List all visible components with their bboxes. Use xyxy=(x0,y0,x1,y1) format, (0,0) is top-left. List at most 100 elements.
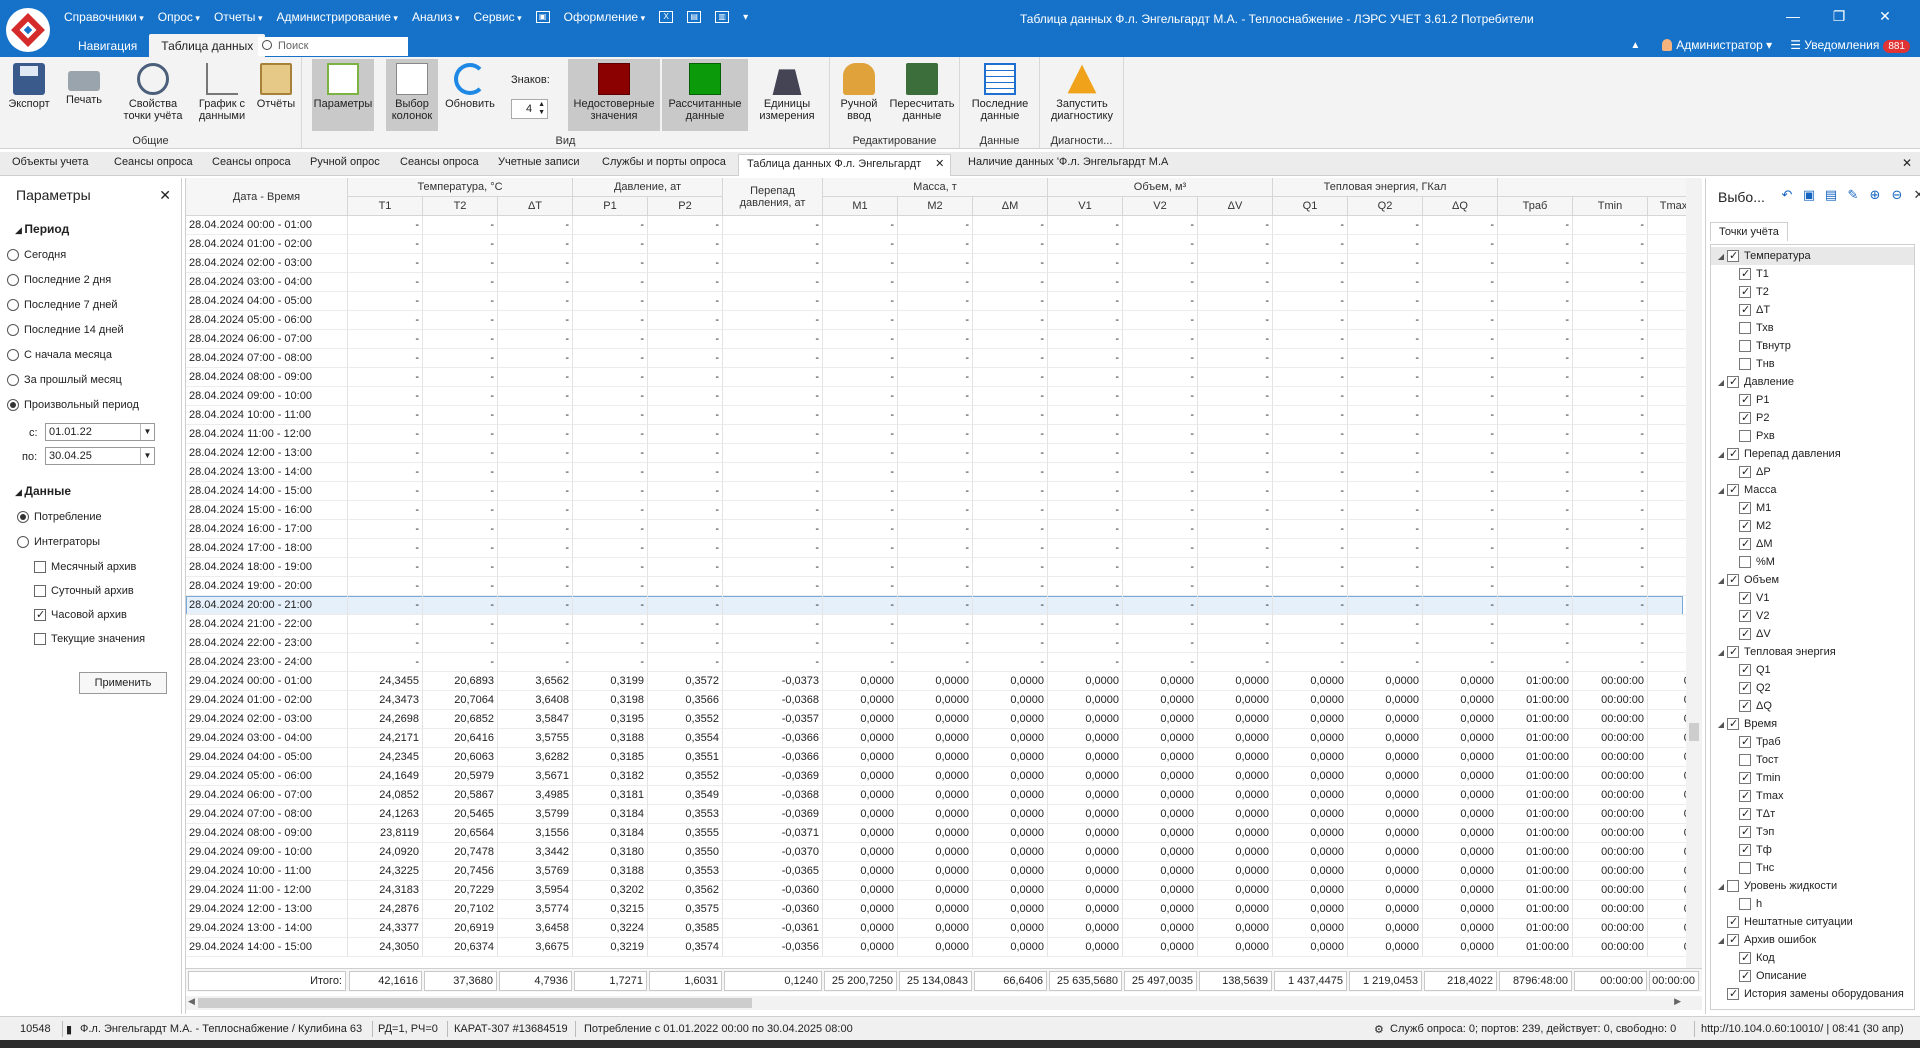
doc-tab-accounting-objects[interactable]: Объекты учета xyxy=(12,156,88,176)
quick-access-dropdown-icon[interactable]: ▾ xyxy=(743,12,748,23)
column-chooser-item[interactable]: ◢ Давление xyxy=(1711,373,1914,391)
column-header[interactable]: ΔM xyxy=(973,197,1048,216)
period-section-header[interactable]: Период xyxy=(15,222,69,236)
menu-analiz[interactable]: Анализ xyxy=(412,10,460,24)
period-7days-radio[interactable]: Последние 7 дней xyxy=(7,299,118,311)
column-chooser-item[interactable]: Рхв xyxy=(1711,427,1914,445)
parameters-button[interactable]: Параметры xyxy=(312,59,374,131)
checkbox-checked-icon[interactable] xyxy=(1739,771,1751,784)
reports-button[interactable]: Отчёты xyxy=(254,59,298,131)
checkbox-icon[interactable] xyxy=(1739,754,1751,766)
column-chooser-item[interactable]: ΔM xyxy=(1711,535,1914,553)
checkbox-checked-icon[interactable] xyxy=(1727,987,1739,1000)
menu-administrirovanie[interactable]: Администрирование xyxy=(276,10,397,24)
column-chooser-item[interactable]: V1 xyxy=(1711,589,1914,607)
period-2days-radio[interactable]: Последние 2 дня xyxy=(7,274,111,286)
table-row[interactable]: 28.04.2024 00:00 - 01:00- - - - - - - - - - - - - - - -… xyxy=(186,216,1700,235)
table-row[interactable]: 29.04.2024 02:00 - 03:00 24,2698 20,6852 3,… xyxy=(186,710,1700,729)
close-window-button[interactable]: ✕ xyxy=(1862,8,1908,25)
spinner-arrows-icon[interactable]: ▲ ▼ xyxy=(538,101,545,117)
table-row[interactable]: 28.04.2024 03:00 - 04:00- - - - - - - - - - - - - - - -… xyxy=(186,273,1700,292)
table-row[interactable]: 28.04.2024 23:00 - 24:00- - - - - - - - - - - - - - - -… xyxy=(186,653,1700,672)
checkbox-icon[interactable] xyxy=(1727,880,1739,892)
hourly-archive-checkbox[interactable]: Часовой архив xyxy=(34,608,127,621)
table-row[interactable]: 28.04.2024 20:00 - 21:00- - - - - - - - - - - - - - - -… xyxy=(186,596,1700,615)
column-chooser-item[interactable]: ◢ Масса xyxy=(1711,481,1914,499)
checkbox-checked-icon[interactable] xyxy=(1727,645,1739,658)
checkbox-checked-icon[interactable] xyxy=(1739,789,1751,802)
column-chooser-item[interactable]: T1 xyxy=(1711,265,1914,283)
checkbox-icon[interactable] xyxy=(1739,340,1751,352)
column-header[interactable]: Tmin xyxy=(1573,197,1648,216)
notifications-button[interactable]: ☰ Уведомления 881 xyxy=(1790,38,1910,53)
last-data-button[interactable]: Последние данные xyxy=(968,59,1032,131)
choose-columns-button[interactable]: Выбор колонок xyxy=(386,59,438,131)
date-to-field[interactable]: 30.04.25 ▼ xyxy=(45,447,155,465)
close-all-tabs-icon[interactable]: ✕ xyxy=(1902,156,1912,170)
period-month-start-radio[interactable]: С начала месяца xyxy=(7,349,112,361)
daily-archive-checkbox[interactable]: Суточный архив xyxy=(34,585,134,597)
date-dropdown-icon[interactable]: ▼ xyxy=(140,424,154,440)
edit-icon[interactable]: ✎ xyxy=(1842,187,1864,203)
table-row[interactable]: 29.04.2024 13:00 - 14:00 24,3377 20,6919 3,… xyxy=(186,919,1700,938)
column-chooser-item[interactable]: Tmin xyxy=(1711,769,1914,787)
date-dropdown-icon[interactable]: ▼ xyxy=(140,448,154,464)
table-row[interactable]: 28.04.2024 19:00 - 20:00- - - - - - - - - - - - - - - -… xyxy=(186,577,1700,596)
column-header[interactable]: V2 xyxy=(1123,197,1198,216)
checkbox-checked-icon[interactable] xyxy=(1727,933,1739,946)
table-row[interactable]: 28.04.2024 07:00 - 08:00- - - - - - - - - - - - - - - -… xyxy=(186,349,1700,368)
column-chooser-item[interactable]: P2 xyxy=(1711,409,1914,427)
column-chooser-item[interactable]: ΔV xyxy=(1711,625,1914,643)
checkbox-icon[interactable] xyxy=(1739,556,1751,568)
period-14days-radio[interactable]: Последние 14 дней xyxy=(7,324,124,336)
column-chooser-item[interactable]: Q1 xyxy=(1711,661,1914,679)
doc-tab-data-availability[interactable]: Наличие данных 'Ф.л. Энгельгардт М.А xyxy=(968,156,1168,176)
period-today-radio[interactable]: Сегодня xyxy=(7,249,66,261)
checkbox-checked-icon[interactable] xyxy=(1739,843,1751,856)
column-chooser-item[interactable]: ◢ Тепловая энергия xyxy=(1711,643,1914,661)
column-chooser-item[interactable]: Тнв xyxy=(1711,355,1914,373)
doc-tab-manual-poll[interactable]: Ручной опрос xyxy=(310,156,380,176)
column-chooser-item[interactable]: ◢ Уровень жидкости xyxy=(1711,877,1914,895)
doc-tab-poll-sessions-3[interactable]: Сеансы опроса xyxy=(400,156,479,176)
table-row[interactable]: 28.04.2024 10:00 - 11:00- - - - - - - - - - - - - - - -… xyxy=(186,406,1700,425)
expand-icon[interactable]: ◢ xyxy=(1715,486,1727,495)
doc-tab-accounts[interactable]: Учетные записи xyxy=(498,156,580,176)
checkbox-checked-icon[interactable] xyxy=(1727,717,1739,730)
expand-icon[interactable]: ◢ xyxy=(1715,936,1727,945)
period-custom-radio[interactable]: Произвольный период xyxy=(7,399,139,411)
doc-tab-poll-sessions-1[interactable]: Сеансы опроса xyxy=(114,156,193,176)
column-header[interactable]: Q2 xyxy=(1348,197,1423,216)
column-chooser-item[interactable]: Тнс xyxy=(1711,859,1914,877)
vertical-scrollbar[interactable] xyxy=(1686,178,1702,968)
table-row[interactable]: 28.04.2024 08:00 - 09:00- - - - - - - - - - - - - - - -… xyxy=(186,368,1700,387)
column-header[interactable]: ΔT xyxy=(498,197,573,216)
apply-button[interactable]: Применить xyxy=(79,672,167,694)
table-row[interactable]: 28.04.2024 13:00 - 14:00- - - - - - - - - - - - - - - -… xyxy=(186,463,1700,482)
column-chooser-item[interactable]: Тост xyxy=(1711,751,1914,769)
checkbox-icon[interactable] xyxy=(1739,322,1751,334)
column-chooser-item[interactable]: Tф xyxy=(1711,841,1914,859)
checkbox-checked-icon[interactable] xyxy=(1727,483,1739,496)
checkbox-checked-icon[interactable] xyxy=(1739,393,1751,406)
load-layout-icon[interactable]: ▤ xyxy=(1820,187,1842,203)
column-header[interactable]: P2 xyxy=(648,197,723,216)
table-row[interactable]: 28.04.2024 04:00 - 05:00- - - - - - - - - - - - - - - -… xyxy=(186,292,1700,311)
column-header[interactable]: V1 xyxy=(1048,197,1123,216)
column-chooser-item[interactable]: Траб xyxy=(1711,733,1914,751)
user-menu[interactable]: Администратор ▾ xyxy=(1662,38,1772,52)
refresh-button[interactable]: Обновить xyxy=(442,59,498,131)
menu-servis[interactable]: Сервис xyxy=(473,10,521,24)
checkbox-checked-icon[interactable] xyxy=(1739,609,1751,622)
unreliable-values-button[interactable]: Недостоверные значения xyxy=(568,59,660,131)
column-chooser-item[interactable]: ◢ Время xyxy=(1711,715,1914,733)
checkbox-checked-icon[interactable] xyxy=(1739,627,1751,640)
date-column-header[interactable]: Дата - Время xyxy=(186,178,348,216)
checkbox-checked-icon[interactable] xyxy=(1739,735,1751,748)
checkbox-checked-icon[interactable] xyxy=(1739,663,1751,676)
current-values-checkbox[interactable]: Текущие значения xyxy=(34,633,145,645)
expand-icon[interactable]: ◢ xyxy=(1715,882,1727,891)
table-row[interactable]: 28.04.2024 21:00 - 22:00- - - - - - - - - - - - - - - -… xyxy=(186,615,1700,634)
save-quick-icon[interactable]: ▤ xyxy=(687,11,702,23)
date-from-field[interactable]: 01.01.22 ▼ xyxy=(45,423,155,441)
